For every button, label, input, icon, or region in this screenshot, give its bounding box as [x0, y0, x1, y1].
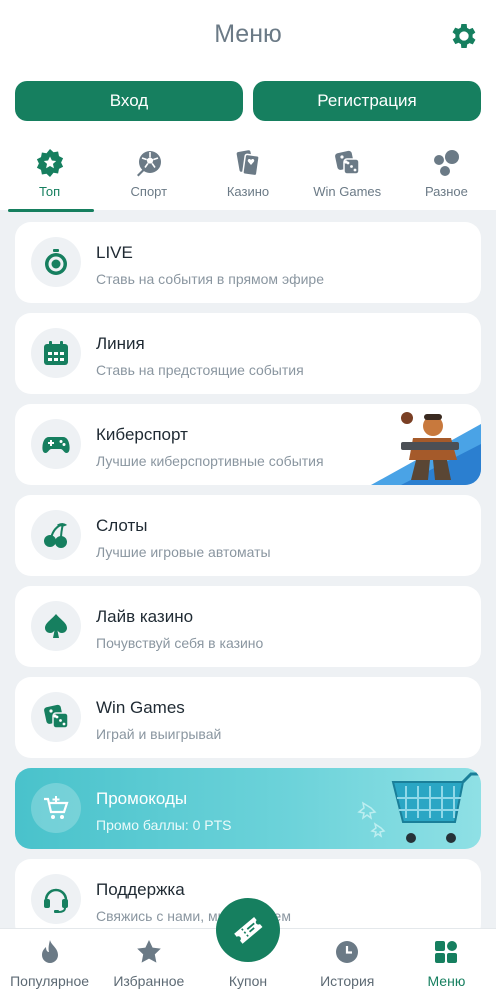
tab-label: Спорт: [130, 184, 168, 199]
menu-item-promocodes[interactable]: Промокоды Промо баллы: 0 PTS: [15, 768, 481, 849]
cart-icon: [44, 796, 69, 819]
menu-item-title: Лайв казино: [96, 607, 194, 626]
menu-item-title: Киберспорт: [96, 425, 188, 444]
active-tab-indicator: [8, 209, 94, 212]
menu-item-slots[interactable]: Слоты Лучшие игровые автоматы: [15, 495, 481, 576]
menu-item-subtitle: Ставь на события в прямом эфире: [96, 271, 325, 287]
menu-item-subtitle: Лучшие игровые автоматы: [96, 544, 271, 560]
nav-menu[interactable]: Меню: [397, 929, 496, 1000]
nav-favorites[interactable]: Избранное: [99, 929, 198, 1000]
menu-icon-circle: [31, 328, 81, 378]
menu-item-line[interactable]: Линия Ставь на предстоящие события: [15, 313, 481, 394]
cherries-icon: [44, 523, 67, 548]
spade-icon: [45, 614, 67, 638]
menu-item-esports[interactable]: Киберспорт Лучшие киберспортивные событи…: [15, 404, 481, 485]
menu-item-title: Поддержка: [96, 880, 185, 899]
gear-icon[interactable]: [448, 20, 480, 52]
shopping-basket-illustration: [357, 772, 479, 843]
menu-icon-circle: [31, 237, 81, 287]
menu-item-subtitle: Свяжись с нами, мы поможем: [96, 908, 291, 924]
nav-label: История: [320, 973, 375, 989]
register-button[interactable]: Регистрация: [253, 81, 481, 121]
tab-casino[interactable]: Казино: [198, 140, 297, 212]
menu-icon-circle: [31, 419, 81, 469]
nav-popular[interactable]: Популярное: [0, 929, 99, 1000]
soccer-ball-icon: [136, 151, 161, 177]
menu-item-win-games[interactable]: Win Games Играй и выигрывай: [15, 677, 481, 758]
header: Меню Вход Регистрация Топ Спорт Казино W…: [0, 0, 496, 212]
calendar-icon: [44, 341, 68, 365]
headset-icon: [44, 888, 68, 913]
tab-label: Win Games: [313, 184, 382, 199]
star-badge-icon: [36, 149, 63, 177]
star-icon: [136, 940, 161, 963]
menu-item-subtitle: Почувствуй себя в казино: [96, 635, 264, 651]
esports-hero-illustration: [371, 412, 481, 485]
clock-icon: [336, 941, 359, 963]
playing-cards-icon: [236, 150, 260, 177]
nav-label: Избранное: [113, 973, 185, 989]
menu-item-title: Линия: [96, 334, 145, 353]
menu-icon-circle: [31, 510, 81, 560]
tab-win-games[interactable]: Win Games: [298, 140, 397, 212]
tab-label: Топ: [39, 184, 61, 199]
coupon-button[interactable]: [216, 898, 280, 962]
bubbles-icon: [434, 150, 460, 176]
nav-history[interactable]: История: [298, 929, 397, 1000]
menu-icon-circle: [31, 692, 81, 742]
nav-label: Популярное: [10, 973, 90, 989]
nav-label: Купон: [228, 973, 268, 989]
menu-icon-circle: [31, 783, 81, 833]
flame-icon: [41, 940, 58, 963]
tab-top[interactable]: Топ: [0, 140, 99, 212]
page-title: Меню: [214, 20, 282, 48]
menu-item-live-casino[interactable]: Лайв казино Почувствуй себя в казино: [15, 586, 481, 667]
tab-label: Казино: [226, 184, 270, 199]
tab-sport[interactable]: Спорт: [99, 140, 198, 212]
ticket-icon: [234, 917, 263, 944]
tab-misc[interactable]: Разное: [397, 140, 496, 212]
menu-item-subtitle: Лучшие киберспортивные события: [96, 453, 324, 469]
grid-icon: [435, 941, 458, 963]
nav-label: Меню: [427, 973, 466, 989]
menu-item-subtitle: Играй и выигрывай: [96, 726, 222, 742]
menu-item-title: Слоты: [96, 516, 148, 535]
menu-icon-circle: [31, 874, 81, 924]
category-tabs: Топ Спорт Казино Win Games Разное: [0, 140, 496, 212]
menu-item-title: Промокоды: [96, 789, 188, 808]
tab-label: Разное: [424, 184, 468, 199]
menu-item-title: LIVE: [96, 243, 133, 262]
menu-icon-circle: [31, 601, 81, 651]
dice-icon: [335, 150, 360, 175]
menu-item-live[interactable]: LIVE Ставь на события в прямом эфире: [15, 222, 481, 303]
stopwatch-icon: [45, 249, 67, 275]
menu-item-title: Win Games: [96, 698, 185, 717]
dice-icon: [44, 704, 69, 729]
menu-item-subtitle: Ставь на предстоящие события: [96, 362, 304, 378]
login-button[interactable]: Вход: [15, 81, 243, 121]
gamepad-icon: [42, 437, 70, 453]
